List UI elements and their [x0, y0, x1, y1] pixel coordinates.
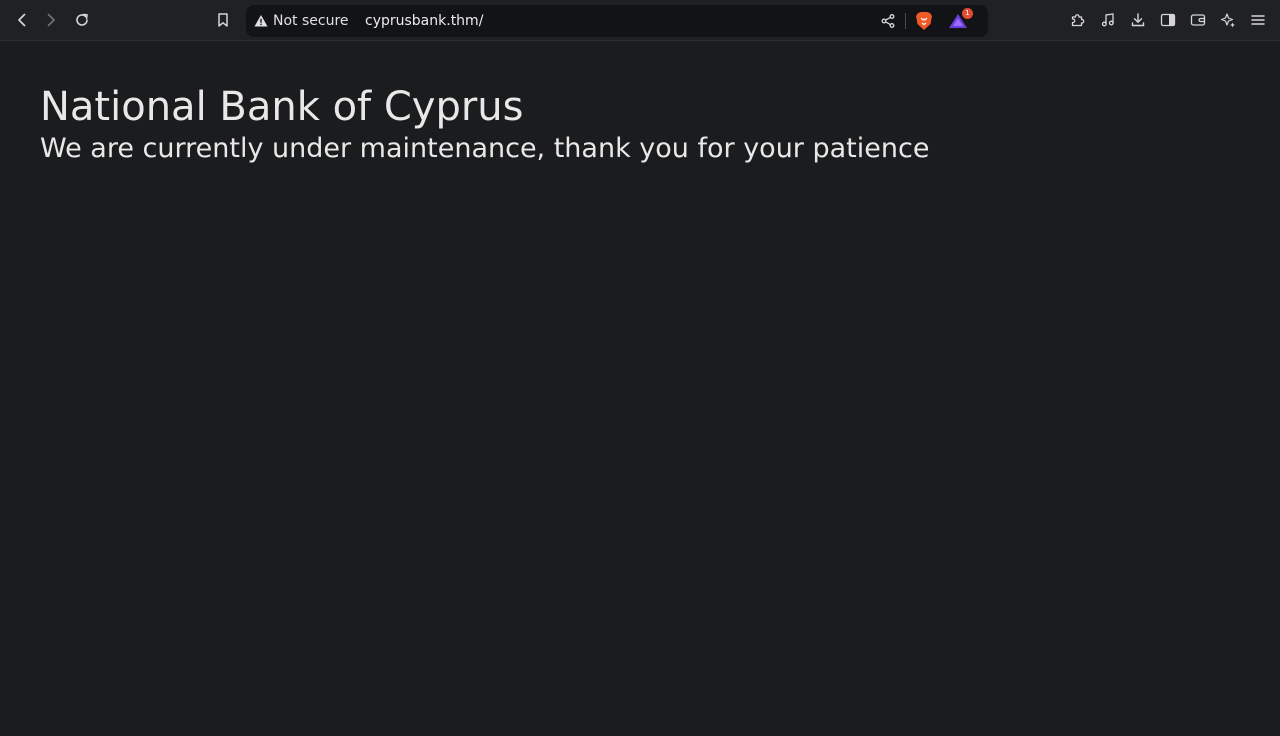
share-button[interactable] [876, 9, 900, 33]
forward-button[interactable] [37, 6, 65, 34]
back-button[interactable] [8, 6, 36, 34]
sparkle-icon [1220, 13, 1235, 28]
site-security-indicator[interactable]: Not secure [254, 5, 349, 37]
media-button[interactable] [1094, 6, 1122, 34]
leo-button[interactable] [1214, 6, 1242, 34]
main-menu-button[interactable] [1244, 6, 1272, 34]
chevron-left-icon [18, 13, 26, 27]
sidebar-button[interactable] [1154, 6, 1182, 34]
chevron-right-icon [47, 13, 55, 27]
url-text[interactable]: cyprusbank.thm/ [365, 5, 483, 37]
reload-button[interactable] [68, 6, 96, 34]
music-note-icon [1101, 13, 1114, 27]
page-content: National Bank of Cyprus We are currently… [0, 41, 1280, 167]
wallet-button[interactable] [1184, 6, 1212, 34]
downloads-button[interactable] [1124, 6, 1152, 34]
download-icon [1131, 13, 1145, 27]
rewards-badge: 1 [962, 8, 973, 19]
bookmark-icon [218, 13, 228, 27]
omnibox-separator [905, 13, 906, 29]
maintenance-message: We are currently under maintenance, than… [40, 133, 930, 164]
bookmark-button[interactable] [209, 6, 237, 34]
warning-triangle-icon [254, 15, 268, 27]
page-title: National Bank of Cyprus [40, 84, 524, 130]
puzzle-icon [1071, 14, 1085, 27]
address-bar[interactable]: Not secure cyprusbank.thm/ 1 [246, 5, 988, 37]
shields-button[interactable] [912, 9, 936, 33]
wallet-icon [1190, 14, 1206, 26]
rewards-button[interactable]: 1 [946, 8, 973, 33]
brave-lion-icon [916, 12, 932, 30]
sidebar-icon [1160, 13, 1176, 27]
browser-toolbar: Not secure cyprusbank.thm/ 1 [0, 0, 1280, 41]
reload-icon [76, 13, 88, 26]
extensions-button[interactable] [1064, 6, 1092, 34]
security-label: Not secure [273, 13, 349, 29]
hamburger-icon [1251, 15, 1265, 25]
share-icon [881, 14, 895, 28]
